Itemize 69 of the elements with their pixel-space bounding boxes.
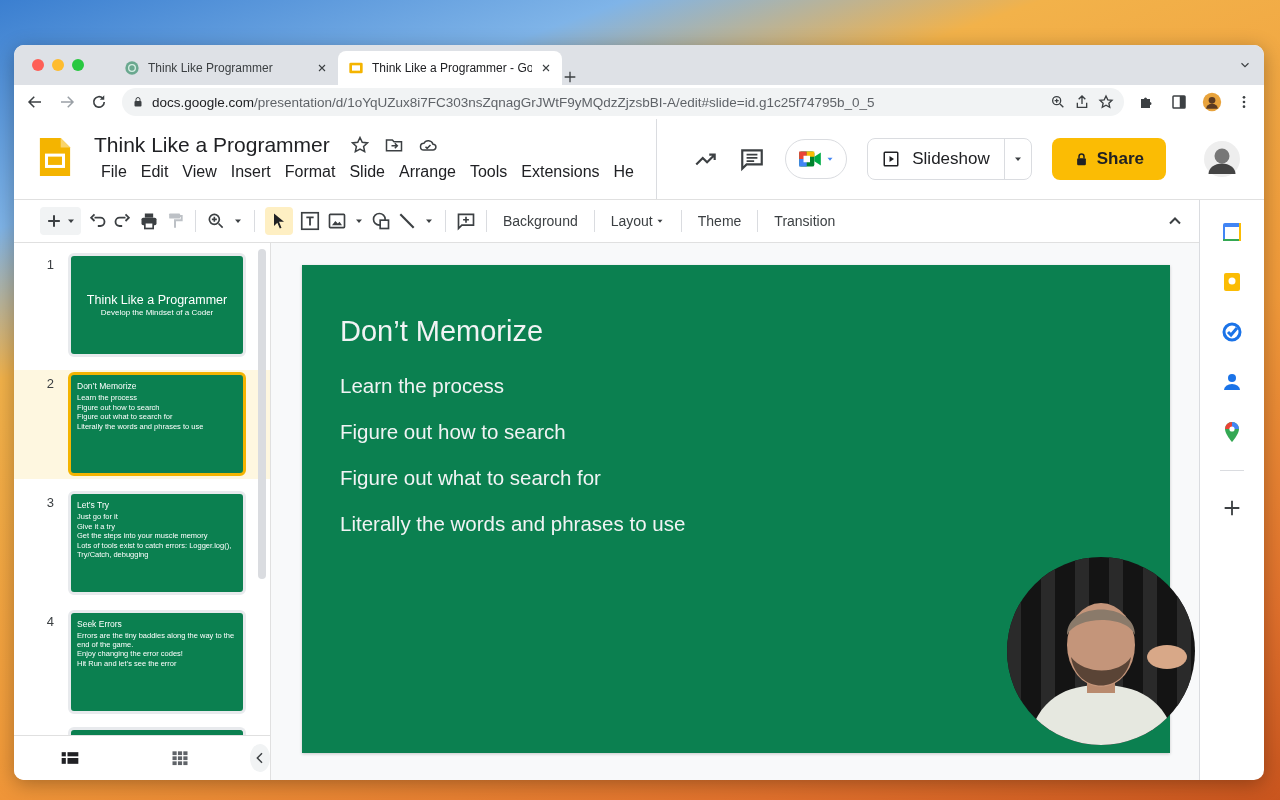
toolbar-button[interactable]: Background <box>497 209 584 233</box>
menu-item[interactable]: He <box>606 161 641 183</box>
avatar-icon[interactable] <box>1204 141 1240 177</box>
back-icon[interactable] <box>26 93 44 111</box>
shapes-icon[interactable] <box>371 211 391 231</box>
profile-avatar-icon[interactable] <box>1202 92 1222 112</box>
slides-icon <box>348 60 364 76</box>
slide-text: Literally the words and phrases to use <box>340 512 687 536</box>
toolbar-button[interactable]: Layout <box>604 209 671 233</box>
close-icon[interactable] <box>540 62 552 74</box>
menu-item[interactable]: Format <box>277 161 343 183</box>
toolbar-button[interactable]: Transition <box>768 209 842 233</box>
comments-icon[interactable] <box>739 146 766 172</box>
print-icon[interactable] <box>139 211 159 231</box>
lock-icon <box>132 96 144 108</box>
thumbnail-subtitle: Develop the Mindset of a Coder <box>100 308 214 317</box>
menu-item[interactable]: File <box>94 161 134 183</box>
share-button[interactable]: Share <box>1051 138 1166 180</box>
image-icon[interactable] <box>327 211 347 231</box>
new-tab-icon[interactable] <box>562 69 578 85</box>
play-icon <box>882 150 901 168</box>
address-bar[interactable]: docs.google.com/presentation/d/1oYqUZux8i7FC303nsZqnagGrJWtF9yMQdzZjzsbBI-A/edit#slide=id.g1c25f74795b_0_5 <box>122 88 1124 116</box>
slide-number: 1 <box>45 256 54 274</box>
scrollbar[interactable] <box>258 249 266 579</box>
sidebar-icon[interactable] <box>1170 93 1188 111</box>
menu-item[interactable]: Tools <box>462 161 515 183</box>
collapse-button[interactable] <box>250 744 270 772</box>
slide-title: Don’t Memorize <box>340 315 545 348</box>
zoom-icon[interactable] <box>206 211 226 231</box>
document-title[interactable]: Think Like a Programmer <box>94 133 330 157</box>
menu-item[interactable]: View <box>175 161 224 183</box>
zoom-icon[interactable] <box>1050 94 1066 110</box>
close-icon[interactable] <box>316 62 328 74</box>
browser-tab[interactable]: Think Like Programmer <box>114 51 338 85</box>
add-comment-icon[interactable] <box>456 211 476 231</box>
menu-item[interactable]: Edit <box>133 161 176 183</box>
slide-text: Figure out what to search for <box>340 466 602 490</box>
star-icon[interactable] <box>1098 94 1114 110</box>
menu-item[interactable]: Slide <box>342 161 392 183</box>
menu-item[interactable]: Extensions <box>514 161 607 183</box>
slide-number: 2 <box>45 375 54 393</box>
calendar-icon[interactable] <box>1220 220 1244 244</box>
tab-title: Think Like a Programmer - Go <box>372 61 532 75</box>
app-icon <box>124 60 140 76</box>
slide-thumbnail[interactable]: Think Like a Programmer Develop the Mindset of a Coder <box>68 253 246 357</box>
tab-title: Think Like Programmer <box>148 61 274 75</box>
slide-text: Learn the process <box>340 374 506 398</box>
grid-view-icon[interactable] <box>170 748 190 768</box>
thumbnail-title: Think Like a Programmer <box>86 293 228 307</box>
thumbnail-title: Let’s Try <box>77 500 110 510</box>
share-icon[interactable] <box>1074 94 1090 110</box>
forward-icon[interactable] <box>58 93 76 111</box>
slide-number: 4 <box>45 613 54 631</box>
line-icon[interactable] <box>397 211 417 231</box>
slide-number: 3 <box>45 494 54 512</box>
tasks-icon[interactable] <box>1220 320 1244 344</box>
browser-tab[interactable]: Think Like a Programmer - Go <box>338 51 562 85</box>
toolbar-button[interactable]: Theme <box>691 209 748 233</box>
menu-item[interactable]: Insert <box>223 161 278 183</box>
slide[interactable]: Don’t Memorize Learn the process Figure out how to search Figure out what to search for Literally the words and phrases to use <box>302 265 1170 753</box>
star-icon[interactable] <box>349 135 370 155</box>
filmstrip-item[interactable]: 1 Think Like a Programmer Develop the Mindset of a Coder <box>14 251 270 360</box>
thumbnail-title: Don’t Memorize <box>77 381 138 391</box>
url-text: docs.google.com/presentation/d/1oYqUZux8i7FC303nsZqnagGrJWtF9yMQdzZjzsbBI-A/edit#slide=id.g1c25f74795b_0_5 <box>152 94 875 110</box>
reload-icon[interactable] <box>90 93 108 111</box>
thumbnail-title: Seek Errors <box>77 619 123 629</box>
slide-text: Figure out how to search <box>340 420 567 444</box>
menu-item[interactable]: Arrange <box>392 161 463 183</box>
text-box-icon[interactable] <box>299 210 321 232</box>
